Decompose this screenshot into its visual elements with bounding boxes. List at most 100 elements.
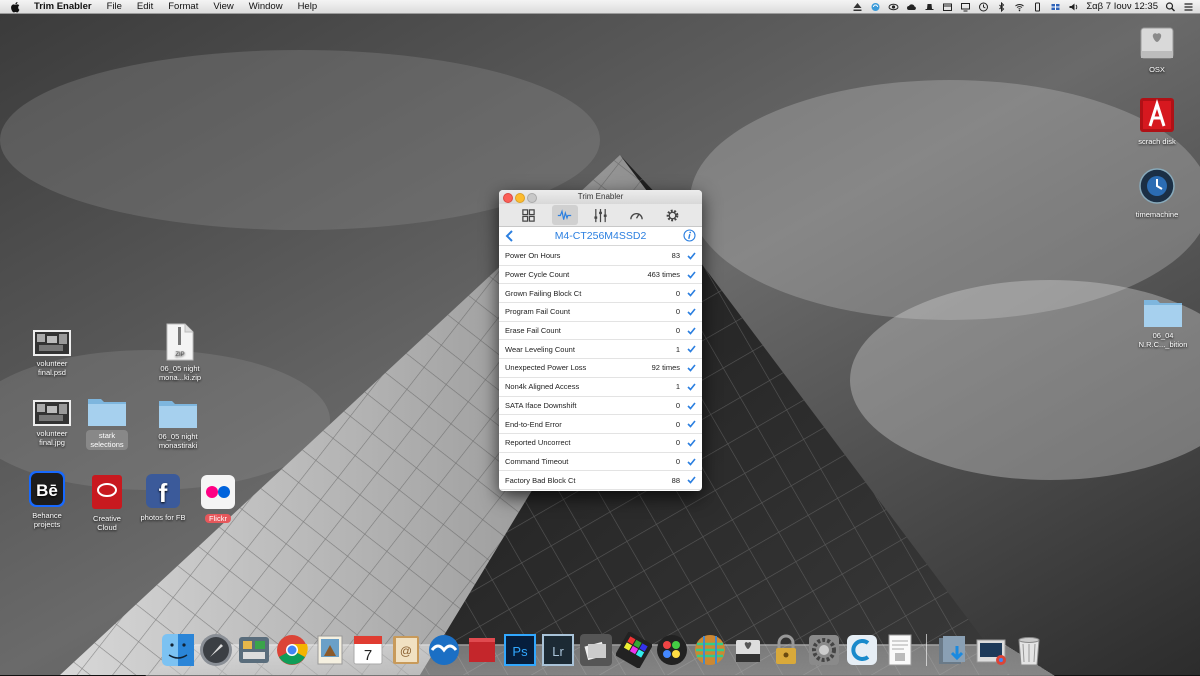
- desktop-icon-stark-selections[interactable]: stark selections: [72, 395, 142, 450]
- toolbar-settings-button[interactable]: [659, 205, 685, 225]
- table-row[interactable]: Command Timeout 0: [499, 453, 702, 472]
- apple-menu-icon[interactable]: [10, 1, 22, 13]
- toolbar-tweaks-button[interactable]: [587, 205, 613, 225]
- attribute-name: Factory Bad Block Ct: [505, 475, 576, 485]
- table-row[interactable]: Erase Fail Count 0: [499, 322, 702, 341]
- flag-icon[interactable]: [1050, 2, 1061, 12]
- dock-image-capture[interactable]: [578, 632, 614, 668]
- notification-center-icon[interactable]: [1183, 2, 1194, 12]
- sync-icon[interactable]: [870, 2, 881, 12]
- screen-icon[interactable]: [960, 2, 971, 12]
- contacts-icon: @: [393, 636, 419, 664]
- eye-icon[interactable]: [888, 2, 899, 12]
- dock-cloud-app[interactable]: [844, 632, 880, 668]
- dock-trash[interactable]: [1011, 632, 1047, 668]
- desktop-icon-osx-drive[interactable]: OSX: [1122, 24, 1192, 74]
- menu-edit[interactable]: Edit: [137, 0, 153, 13]
- desktop-icon-nrc-folder[interactable]: 06_04 N.R.C..._bition: [1128, 296, 1198, 349]
- toolbar-health-button[interactable]: [551, 205, 578, 225]
- table-row[interactable]: Grown Failing Block Ct 0: [499, 284, 702, 304]
- dock-color-sphere[interactable]: [654, 632, 690, 668]
- time-machine-icon[interactable]: [978, 2, 989, 12]
- table-row[interactable]: Wear Leveling Count 1: [499, 340, 702, 360]
- behance-icon: Bē: [29, 471, 65, 507]
- dock-color-tool[interactable]: [616, 632, 652, 668]
- table-row[interactable]: End-to-End Error 0: [499, 415, 702, 434]
- c-cloud-icon: [847, 635, 877, 665]
- window-titlebar[interactable]: Trim Enabler: [499, 190, 702, 204]
- checkmark-icon: [687, 289, 696, 298]
- dock-about-mac[interactable]: [882, 632, 918, 668]
- desktop-icon-zip[interactable]: ZIP 06_05 night mona...ki.zip: [145, 323, 215, 382]
- hat-icon[interactable]: [924, 2, 935, 12]
- menu-format[interactable]: Format: [168, 0, 198, 13]
- desktop-icon-volunteer-psd[interactable]: volunteer final.psd: [17, 330, 87, 377]
- dock-app-store-folder[interactable]: [236, 632, 272, 668]
- table-row[interactable]: Program Fail Count 0: [499, 303, 702, 322]
- dock-keychain[interactable]: [768, 632, 804, 668]
- menu-app-name[interactable]: Trim Enabler: [34, 0, 92, 13]
- menu-view[interactable]: View: [213, 0, 233, 13]
- dock-disk-image[interactable]: [730, 632, 766, 668]
- close-button[interactable]: [503, 193, 513, 203]
- attribute-value: 463 times: [647, 270, 680, 280]
- dock-preview[interactable]: [312, 632, 348, 668]
- dock-disk-utility-sphere[interactable]: [692, 632, 728, 668]
- chrome-icon: [277, 635, 308, 665]
- desktop-icon-monastiraki-folder[interactable]: 06_05 night monastiraki: [143, 397, 213, 450]
- desktop-icon-flickr[interactable]: Flickr: [183, 473, 253, 523]
- dock-downloads[interactable]: [935, 632, 971, 668]
- box-icon[interactable]: [942, 2, 953, 12]
- dock-openoffice[interactable]: [426, 632, 462, 668]
- dock-chrome[interactable]: [274, 632, 310, 668]
- volume-icon[interactable]: [1068, 2, 1079, 12]
- eject-icon[interactable]: [852, 2, 863, 12]
- desktop-icon-label: 06_05 night: [160, 364, 200, 373]
- info-icon[interactable]: [683, 229, 696, 242]
- attribute-value: 0: [675, 438, 680, 448]
- attribute-value: 1: [675, 382, 680, 392]
- toolbar-overview-button[interactable]: [516, 205, 542, 225]
- bluetooth-icon[interactable]: [996, 1, 1007, 12]
- svg-text:f: f: [159, 478, 168, 508]
- wifi-icon[interactable]: [1014, 2, 1025, 12]
- toolbar-benchmark-button[interactable]: [623, 205, 649, 225]
- minimize-button[interactable]: [515, 193, 525, 203]
- creative-cloud-icon: [92, 475, 122, 509]
- zoom-button[interactable]: [527, 193, 537, 203]
- svg-text:@: @: [400, 644, 412, 658]
- table-row[interactable]: Factory Bad Block Ct 88: [499, 471, 702, 490]
- color-checker-icon: [616, 632, 652, 668]
- dock-lightroom[interactable]: Lr: [540, 632, 576, 668]
- table-row[interactable]: Unexpected Power Loss 92 times: [499, 359, 702, 378]
- dock-recent-documents[interactable]: [973, 632, 1009, 668]
- dock-photoshop[interactable]: Ps: [502, 632, 538, 668]
- table-row[interactable]: Non4k Aligned Access 1: [499, 378, 702, 397]
- desktop-icon-scrach-disk[interactable]: scrach disk: [1122, 96, 1192, 146]
- menu-help[interactable]: Help: [298, 0, 318, 13]
- dock: 7 @ Ps Lr: [160, 628, 1047, 668]
- trash-icon: [1018, 637, 1040, 666]
- phone-icon[interactable]: [1032, 2, 1043, 12]
- menu-window[interactable]: Window: [249, 0, 283, 13]
- spotlight-icon[interactable]: [1165, 1, 1176, 12]
- dock-launchpad[interactable]: [198, 632, 234, 668]
- back-chevron-icon[interactable]: [505, 230, 515, 242]
- menu-clock[interactable]: Σαβ 7 Ιουν 12:35: [1086, 1, 1158, 12]
- desktop-icon-label: 06_04: [1152, 331, 1174, 340]
- table-row[interactable]: Power On Hours 83: [499, 247, 702, 266]
- dock-system-preferences[interactable]: [806, 632, 842, 668]
- table-row[interactable]: SATA Iface Downshift 0: [499, 397, 702, 416]
- dock-notebook[interactable]: [464, 632, 500, 668]
- attribute-value: 88: [671, 475, 680, 485]
- cloud-icon[interactable]: [906, 2, 917, 12]
- attribute-value: 0: [675, 456, 680, 466]
- dock-calendar[interactable]: 7: [350, 632, 386, 668]
- table-row[interactable]: Reported Uncorrect 0: [499, 434, 702, 453]
- desktop-icon-label: timemachine: [1135, 210, 1179, 219]
- dock-contacts[interactable]: @: [388, 632, 424, 668]
- dock-finder[interactable]: [160, 632, 196, 668]
- desktop-icon-timemachine[interactable]: timemachine: [1122, 167, 1192, 219]
- table-row[interactable]: Power Cycle Count 463 times: [499, 266, 702, 285]
- menu-file[interactable]: File: [107, 0, 122, 13]
